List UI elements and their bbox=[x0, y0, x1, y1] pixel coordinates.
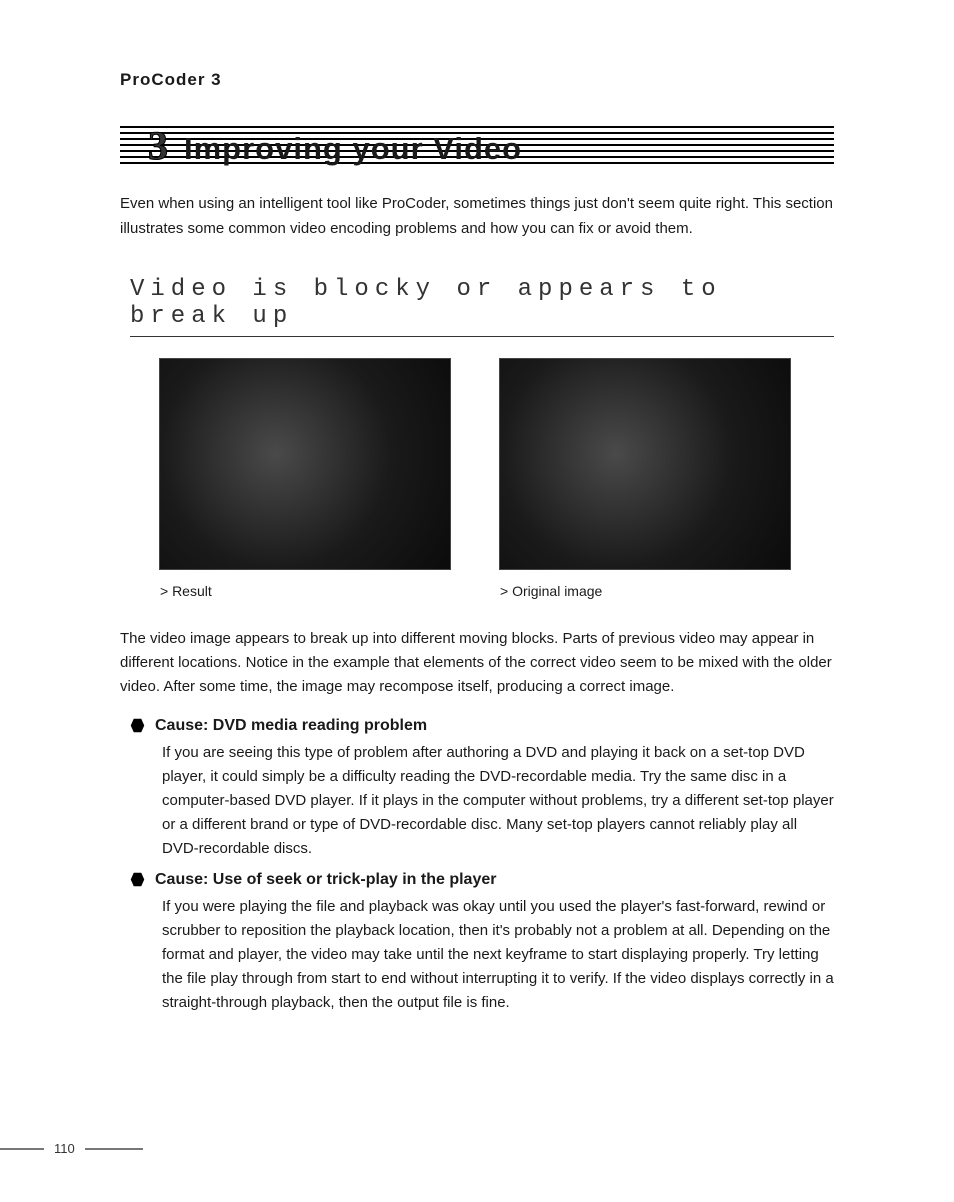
section-title: Video is blocky or appears to break up bbox=[130, 276, 834, 337]
cause-title: Cause: DVD media reading problem bbox=[155, 717, 427, 735]
figure-result-image bbox=[160, 359, 450, 569]
chapter-number: 3 bbox=[148, 126, 168, 166]
page-footer: 110 bbox=[0, 1141, 220, 1156]
figure-result-caption: > Result bbox=[160, 583, 450, 599]
running-title: ProCoder 3 bbox=[120, 70, 834, 90]
figure-result: > Result bbox=[160, 359, 450, 599]
figure-original-caption: > Original image bbox=[500, 583, 790, 599]
figure-original: > Original image bbox=[500, 359, 790, 599]
figure-row: > Result > Original image bbox=[160, 359, 834, 599]
section-description: The video image appears to break up into… bbox=[120, 627, 834, 699]
page: ProCoder 3 3 Improving your Video Even w… bbox=[0, 0, 954, 1202]
page-number: 110 bbox=[54, 1141, 75, 1156]
bullet-hexagon-icon bbox=[130, 872, 145, 887]
cause-title: Cause: Use of seek or trick-play in the … bbox=[155, 871, 496, 889]
chapter-heading: 3 Improving your Video bbox=[120, 124, 834, 168]
bullet-hexagon-icon bbox=[130, 718, 145, 733]
footer-rule-left bbox=[0, 1148, 44, 1150]
footer-rule-right bbox=[85, 1148, 143, 1150]
cause-body: If you were playing the file and playbac… bbox=[162, 895, 834, 1015]
cause-body: If you are seeing this type of problem a… bbox=[162, 741, 834, 861]
chapter-title-text: Improving your Video bbox=[184, 133, 522, 164]
chapter-intro: Even when using an intelligent tool like… bbox=[120, 192, 834, 242]
cause-item: Cause: Use of seek or trick-play in the … bbox=[120, 871, 834, 1015]
figure-original-image bbox=[500, 359, 790, 569]
cause-item: Cause: DVD media reading problem If you … bbox=[120, 717, 834, 861]
